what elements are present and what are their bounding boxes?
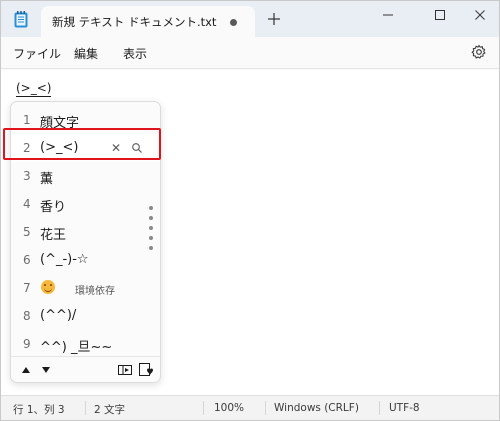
candidate-item-9[interactable]: 9 ^^) _旦~~ <box>11 330 160 358</box>
status-bar: 行 1、列 3 2 文字 100% Windows (CRLF) UTF-8 <box>1 395 499 420</box>
menu-file[interactable]: ファイル <box>13 45 61 62</box>
zoom-level[interactable]: 100% <box>214 402 244 414</box>
candidate-text: (^_-)-☆ <box>40 252 89 267</box>
character-count: 2 文字 <box>94 404 126 416</box>
gear-icon[interactable] <box>471 44 487 60</box>
candidate-text: (^^)/ <box>40 308 77 323</box>
menu-edit[interactable]: 編集 <box>74 45 98 62</box>
candidate-item-5[interactable]: 5 花王 <box>11 218 160 246</box>
candidate-item-7[interactable]: 7 環境依存 <box>11 274 160 302</box>
candidate-text: 花王 <box>40 228 67 243</box>
unsaved-dot-icon[interactable] <box>230 19 237 26</box>
minimize-button[interactable] <box>369 1 407 29</box>
arrow-down-icon[interactable] <box>39 363 53 377</box>
environment-dependent-tag: 環境依存 <box>75 286 115 297</box>
minimize-icon <box>383 14 393 16</box>
candidate-number: 6 <box>23 253 31 267</box>
smiling-face-emoji <box>41 280 55 294</box>
menu-bar: ファイル 編集 表示 <box>1 37 499 69</box>
candidate-item-3[interactable]: 3 薫 <box>11 162 160 190</box>
maximize-icon <box>435 10 445 20</box>
candidate-number: 3 <box>23 169 31 183</box>
tab-document[interactable]: 新規 テキスト ドキュメント.txt <box>41 6 255 37</box>
status-divider <box>85 401 86 415</box>
candidate-number: 1 <box>23 113 31 127</box>
status-divider <box>203 401 204 415</box>
candidate-text: ^^) _旦~~ <box>40 340 113 355</box>
arrow-up-icon[interactable] <box>19 363 33 377</box>
status-divider <box>379 401 380 415</box>
candidate-item-4[interactable]: 4 香り <box>11 190 160 218</box>
candidate-text: 香り <box>40 200 67 215</box>
line-ending[interactable]: Windows (CRLF) <box>274 402 359 414</box>
selection-highlight-box <box>3 128 161 160</box>
close-button[interactable] <box>461 1 499 29</box>
candidate-number: 7 <box>23 281 31 295</box>
candidate-number: 5 <box>23 225 31 239</box>
expand-table-icon[interactable] <box>118 363 132 377</box>
notepad-window: 新規 テキスト ドキュメント.txt ファイル 編集 表示 (>_<) 1 顔文… <box>0 0 500 421</box>
candidate-text: 薫 <box>40 172 54 187</box>
menu-view[interactable]: 表示 <box>123 45 147 62</box>
candidate-number: 4 <box>23 197 31 211</box>
candidate-number: 8 <box>23 309 31 323</box>
candidate-item-6[interactable]: 6 (^_-)-☆ <box>11 246 160 274</box>
page-indicator[interactable] <box>149 206 153 256</box>
maximize-button[interactable] <box>421 1 459 29</box>
candidate-number: 9 <box>23 337 31 351</box>
plus-icon[interactable] <box>267 12 281 26</box>
ime-footer <box>11 356 160 382</box>
encoding[interactable]: UTF-8 <box>389 402 420 414</box>
tab-title: 新規 テキスト ドキュメント.txt <box>52 15 217 29</box>
candidate-item-8[interactable]: 8 (^^)/ <box>11 302 160 330</box>
ime-composition-text: (>_<) <box>16 81 52 97</box>
cursor-position: 行 1、列 3 <box>13 404 65 416</box>
favorite-icon[interactable] <box>139 363 153 377</box>
notepad-app-icon <box>14 11 28 28</box>
close-icon <box>475 10 485 20</box>
status-divider <box>265 401 266 415</box>
title-bar: 新規 テキスト ドキュメント.txt <box>1 1 499 37</box>
